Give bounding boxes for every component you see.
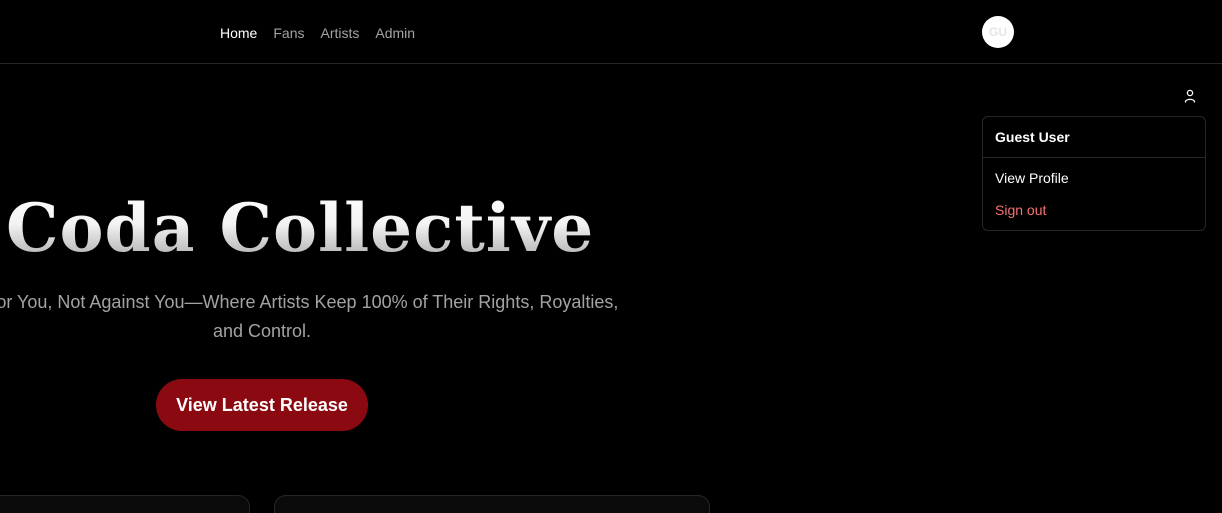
nav-link-artists[interactable]: Artists	[320, 24, 359, 42]
main-nav: Home Fans Artists Admin	[220, 24, 415, 42]
nav-link-fans[interactable]: Fans	[273, 24, 304, 42]
view-latest-release-button[interactable]: View Latest Release	[156, 379, 368, 431]
hero-subtitle: hat Works for You, Not Against You—Where…	[0, 292, 619, 341]
top-navbar: Home Fans Artists Admin GU	[0, 0, 1222, 64]
feature-card	[274, 495, 710, 513]
user-menu-header: Guest User	[983, 117, 1205, 158]
feature-card	[0, 495, 250, 513]
nav-link-home[interactable]: Home	[220, 24, 257, 42]
nav-link-admin[interactable]: Admin	[375, 24, 415, 42]
page: Home Fans Artists Admin GU Guest User Vi…	[0, 0, 1222, 513]
sign-out-menu-item[interactable]: Sign out	[983, 194, 1205, 226]
user-icon[interactable]	[1182, 88, 1198, 104]
user-menu-dropdown: Guest User View Profile Sign out	[982, 116, 1206, 231]
avatar[interactable]: GU	[982, 16, 1014, 48]
hero-title: Coda Collective	[6, 186, 594, 270]
view-profile-menu-item[interactable]: View Profile	[983, 162, 1205, 194]
